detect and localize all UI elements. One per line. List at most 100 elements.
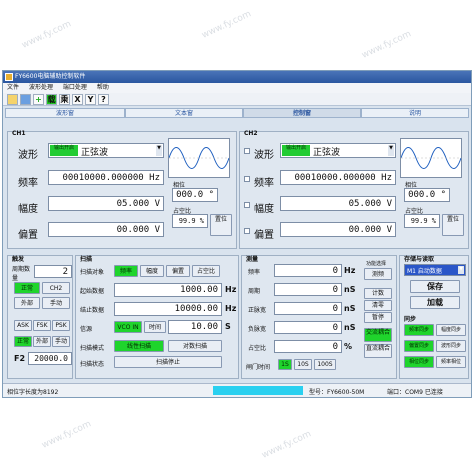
tab-control[interactable]: 控制窗 bbox=[243, 108, 361, 118]
measure-duty-field: 0 bbox=[274, 340, 342, 353]
f2-field[interactable]: 20000.0 bbox=[28, 352, 72, 365]
sweep-duty-button[interactable]: 占空比 bbox=[192, 265, 220, 277]
menu-file[interactable]: 文件 bbox=[7, 84, 19, 91]
ac-coupling-button[interactable]: 交流耦合 bbox=[364, 328, 392, 342]
measure-period-unit: nS bbox=[344, 285, 356, 294]
title-bar: FY6600电脑辅助控制软件 bbox=[3, 71, 471, 83]
mod-normal-button[interactable]: 正常 bbox=[14, 336, 32, 347]
gate-100s-button[interactable]: 100S bbox=[314, 359, 336, 370]
plus-icon[interactable]: + bbox=[33, 94, 44, 105]
sync-amp-button[interactable]: 幅度同步 bbox=[436, 324, 466, 336]
gate-1s-button[interactable]: 1S bbox=[278, 359, 292, 370]
ch1-offset-field[interactable]: 00.000 V bbox=[48, 222, 164, 237]
trigger-external-button[interactable]: 外部 bbox=[14, 297, 40, 309]
measure-pos-unit: nS bbox=[344, 304, 356, 313]
sync-offset-button[interactable]: 偏置同步 bbox=[404, 340, 434, 352]
watermark: www.fy.com bbox=[360, 29, 413, 61]
ask-button[interactable]: ASK bbox=[14, 320, 32, 331]
ch2-freq-field[interactable]: 00010000.000000 Hz bbox=[280, 170, 396, 185]
window-title: FY6600电脑辅助控制软件 bbox=[15, 73, 86, 80]
tab-waveform[interactable]: 波形窗 bbox=[5, 108, 125, 118]
tab-help[interactable]: 说明 bbox=[361, 108, 469, 118]
mod-manual-button[interactable]: 手动 bbox=[52, 336, 70, 347]
sweep-stop-button[interactable]: 扫描停止 bbox=[114, 356, 222, 368]
chevron-down-icon[interactable]: ▼ bbox=[156, 145, 162, 156]
sweep-end-field[interactable]: 10000.00 bbox=[114, 302, 222, 316]
sweep-time-field[interactable]: 10.00 bbox=[168, 320, 222, 334]
measure-freq-field: 0 bbox=[274, 264, 342, 277]
y-axis-button[interactable]: Y bbox=[85, 94, 96, 105]
trigger-normal-button[interactable]: 正常 bbox=[14, 282, 40, 294]
ch2-header: CH2 bbox=[244, 130, 258, 137]
help-icon[interactable]: ? bbox=[98, 94, 109, 105]
linear-sweep-button[interactable]: 线性扫描 bbox=[114, 340, 164, 352]
mod-external-button[interactable]: 外部 bbox=[33, 336, 51, 347]
ch2-amp-checkbox[interactable] bbox=[244, 202, 250, 208]
ch2-freq-label: 频率 bbox=[254, 178, 274, 189]
chevron-down-icon[interactable]: ▼ bbox=[458, 266, 464, 274]
ch2-reset-button[interactable]: 置位 bbox=[442, 214, 464, 236]
load-button[interactable]: 载 bbox=[46, 94, 57, 105]
memory-slot-value: M1 启动数据 bbox=[407, 268, 442, 275]
sweep-amp-button[interactable]: 幅度 bbox=[140, 265, 164, 277]
save-disk-icon[interactable] bbox=[20, 94, 31, 105]
sweep-freq-button[interactable]: 频率 bbox=[114, 265, 138, 277]
ch2-wave-value: 正弦波 bbox=[313, 148, 341, 158]
ch1-freq-label: 频率 bbox=[18, 178, 38, 189]
sweep-offset-button[interactable]: 偏置 bbox=[166, 265, 190, 277]
sweep-end-label: 结止数据 bbox=[80, 307, 105, 314]
ch2-duty-field[interactable]: 99.9 % bbox=[404, 214, 440, 228]
ch2-offset-checkbox[interactable] bbox=[244, 228, 250, 234]
log-sweep-button[interactable]: 对数扫描 bbox=[168, 340, 222, 352]
trigger-ch2-button[interactable]: CH2 bbox=[42, 282, 70, 294]
load-button[interactable]: 加载 bbox=[410, 296, 460, 309]
ch2-offset-field[interactable]: 00.000 V bbox=[280, 222, 396, 237]
ch2-phase-field[interactable]: 000.0 ° bbox=[404, 188, 450, 202]
ch1-reset-button[interactable]: 置位 bbox=[210, 214, 232, 236]
dc-coupling-button[interactable]: 直流耦合 bbox=[364, 344, 392, 358]
ch2-wave-select[interactable]: 输出开启 正弦波 ▼ bbox=[280, 143, 396, 158]
sync-wave-button[interactable]: 波形同步 bbox=[436, 340, 466, 352]
f2-label: F2 bbox=[14, 354, 26, 363]
sync-phase-button[interactable]: 相位同步 bbox=[404, 356, 434, 368]
ch1-duty-field[interactable]: 99.9 % bbox=[172, 214, 208, 228]
period-count-field[interactable]: 2 bbox=[34, 265, 72, 278]
ch1-phase-field[interactable]: 000.0 ° bbox=[172, 188, 218, 202]
fsk-button[interactable]: FSK bbox=[33, 320, 51, 331]
status-model: 型号：FY6600-50M bbox=[309, 389, 365, 396]
measure-freq-button[interactable]: 测频 bbox=[364, 268, 392, 280]
ch2-offset-label: 偏置 bbox=[254, 230, 274, 241]
sweep-time-unit: S bbox=[225, 322, 231, 331]
ch2-amp-field[interactable]: 05.000 V bbox=[280, 196, 396, 211]
trigger-manual-button[interactable]: 手动 bbox=[42, 297, 70, 309]
gate-10s-button[interactable]: 10S bbox=[294, 359, 312, 370]
ch1-output-chip[interactable]: 输出开启 bbox=[50, 145, 78, 156]
ch1-amp-field[interactable]: 05.000 V bbox=[48, 196, 164, 211]
vco-in-button[interactable]: VCO IN bbox=[114, 321, 142, 333]
menu-help[interactable]: 帮助 bbox=[97, 84, 109, 91]
ch2-freq-checkbox[interactable] bbox=[244, 176, 250, 182]
pause-button[interactable]: 暂停 bbox=[364, 312, 392, 323]
app-window: FY6600电脑辅助控制软件 文件 波形处理 端口处理 帮助 + 载 乘 X Y… bbox=[2, 70, 472, 398]
memory-slot-select[interactable]: M1 启动数据 ▼ bbox=[404, 264, 466, 276]
ch2-wave-label: 波形 bbox=[254, 150, 274, 161]
sweep-start-field[interactable]: 1000.00 bbox=[114, 283, 222, 297]
chevron-down-icon[interactable]: ▼ bbox=[388, 145, 394, 156]
sync-freq-phase-button[interactable]: 频率相位 bbox=[436, 356, 466, 368]
x-axis-button[interactable]: X bbox=[72, 94, 83, 105]
clear-button[interactable]: 清零 bbox=[364, 300, 392, 311]
menu-port[interactable]: 端口处理 bbox=[63, 84, 87, 91]
ch2-output-chip[interactable]: 输出开启 bbox=[282, 145, 310, 156]
open-folder-icon[interactable] bbox=[7, 94, 18, 105]
multiply-button[interactable]: 乘 bbox=[59, 94, 70, 105]
psk-button[interactable]: PSK bbox=[52, 320, 70, 331]
count-button[interactable]: 计数 bbox=[364, 288, 392, 299]
save-button[interactable]: 保存 bbox=[410, 280, 460, 293]
ch1-wave-select[interactable]: 输出开启 正弦波 ▼ bbox=[48, 143, 164, 158]
sweep-panel: 扫描 扫描对象 频率 幅度 偏置 占空比 起始数据 1000.00 Hz 结止数… bbox=[75, 255, 239, 379]
ch2-wave-checkbox[interactable] bbox=[244, 148, 250, 154]
menu-wave[interactable]: 波形处理 bbox=[29, 84, 53, 91]
ch1-freq-field[interactable]: 00010000.000000 Hz bbox=[48, 170, 164, 185]
sync-freq-button[interactable]: 频率同步 bbox=[404, 324, 434, 336]
tab-text[interactable]: 文本窗 bbox=[125, 108, 243, 118]
